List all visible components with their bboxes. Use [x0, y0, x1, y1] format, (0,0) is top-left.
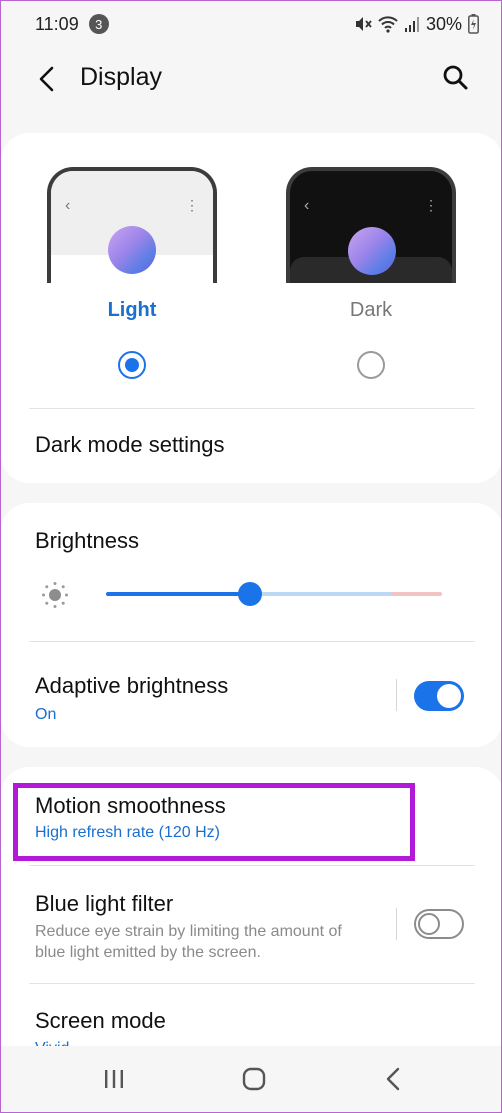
screen-mode-item[interactable]: Screen mode [35, 1008, 166, 1034]
divider [29, 408, 475, 409]
preview-more-icon: ⋮ [424, 197, 438, 213]
motion-smoothness-item[interactable]: Motion smoothness [35, 793, 226, 819]
battery-charging-icon [468, 14, 479, 34]
search-icon[interactable] [441, 63, 469, 91]
recent-apps-icon[interactable] [99, 1064, 129, 1094]
preview-back-icon: ‹ [304, 197, 310, 214]
signal-icon [404, 17, 419, 32]
blue-light-filter-item[interactable]: Blue light filter [35, 891, 173, 917]
brightness-sun-icon [42, 582, 68, 608]
preview-wallpaper-circle [348, 227, 396, 275]
navigation-bar [1, 1046, 501, 1112]
dark-theme-radio[interactable] [357, 351, 385, 379]
divider [29, 641, 475, 642]
dark-theme-preview[interactable]: ‹ ⋮ [286, 167, 456, 283]
preview-wallpaper-circle [108, 226, 156, 274]
mute-icon [355, 17, 372, 31]
brightness-slider-thumb[interactable] [238, 582, 262, 606]
wifi-icon [378, 16, 398, 33]
toggle-separator [396, 908, 397, 940]
brightness-slider-fill [106, 592, 250, 596]
dark-mode-settings-item[interactable]: Dark mode settings [35, 432, 225, 458]
page-title: Display [80, 63, 162, 91]
adaptive-brightness-toggle[interactable] [414, 681, 464, 711]
nav-back-icon[interactable] [379, 1064, 409, 1094]
light-theme-radio[interactable] [118, 351, 146, 379]
blue-light-filter-description: Reduce eye strain by limiting the amount… [35, 923, 342, 961]
home-icon[interactable] [239, 1064, 269, 1094]
light-theme-label: Light [107, 299, 157, 321]
brightness-slider[interactable] [106, 592, 442, 596]
battery-percent: 30% [425, 13, 462, 34]
adaptive-brightness-status: On [35, 706, 57, 723]
app-bar: Display [1, 51, 501, 107]
brightness-slider-high-range [392, 592, 442, 596]
preview-back-icon: ‹ [65, 197, 71, 214]
status-right: 30% [354, 14, 479, 35]
divider [29, 983, 475, 984]
preview-more-icon: ⋮ [185, 197, 199, 213]
status-bar: 11:09 3 30% [1, 1, 501, 47]
light-theme-preview[interactable]: ‹ ⋮ [47, 167, 217, 283]
motion-smoothness-value: High refresh rate (120 Hz) [35, 824, 220, 841]
status-left: 11:09 3 [35, 14, 109, 35]
notification-count-badge: 3 [88, 14, 109, 34]
status-time: 11:09 [35, 13, 79, 34]
adaptive-brightness-label[interactable]: Adaptive brightness [35, 673, 228, 699]
screen: 11:09 3 30% Display ‹ ⋮ ‹ ⋮ Light Dark D… [0, 0, 502, 1113]
brightness-label: Brightness [35, 528, 139, 553]
back-chevron-icon[interactable] [35, 65, 59, 93]
theme-card: ‹ ⋮ ‹ ⋮ Light Dark Dark mode settings [1, 133, 501, 483]
divider [29, 865, 475, 866]
brightness-card: Brightness Adaptive brightness On [1, 503, 501, 747]
blue-light-filter-toggle[interactable] [414, 909, 464, 939]
brightness-slider-remaining [250, 592, 392, 596]
toggle-separator [396, 679, 397, 711]
dark-theme-label: Dark [349, 299, 393, 321]
